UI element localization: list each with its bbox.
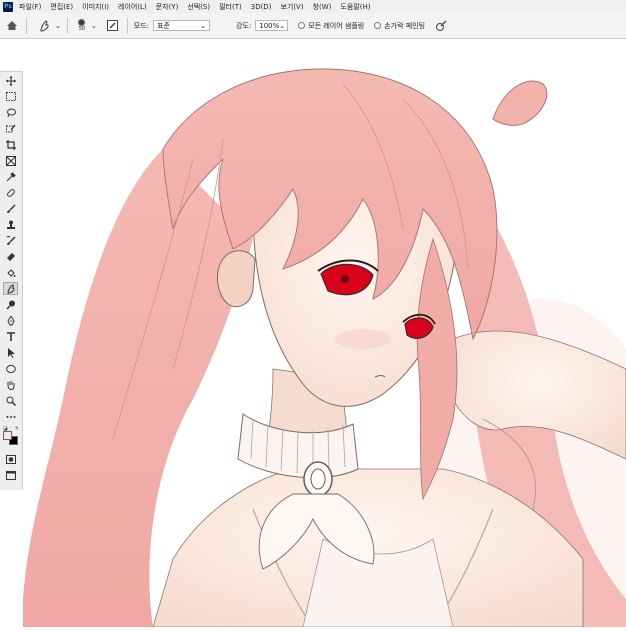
menu-help[interactable]: 도움말(H) bbox=[340, 2, 370, 12]
sample-all-layers-label: 모든 레이어 샘플링 bbox=[308, 21, 365, 30]
sample-all-layers-option[interactable]: 모든 레이어 샘플링 bbox=[298, 21, 364, 31]
separator bbox=[26, 17, 27, 34]
zoom-tool-icon[interactable] bbox=[3, 394, 18, 407]
mode-select[interactable]: 표준 ⌄ bbox=[153, 20, 210, 31]
menu-layer[interactable]: 레이어(L) bbox=[118, 2, 147, 12]
frame-tool-icon[interactable] bbox=[3, 154, 18, 167]
separator bbox=[126, 17, 128, 34]
more-tools-icon[interactable] bbox=[3, 410, 18, 423]
history-brush-icon[interactable] bbox=[3, 234, 18, 247]
brush-tool-icon[interactable] bbox=[3, 202, 18, 215]
chevron-down-icon: ⌄ bbox=[200, 21, 206, 30]
strength-value: 100% bbox=[259, 21, 280, 30]
brush-tip-icon bbox=[78, 19, 86, 26]
menu-bar: Ps 파일(F) 편집(E) 이미지(I) 레이어(L) 문자(Y) 선택(S)… bbox=[0, 0, 626, 13]
smudge-tool-preset-icon[interactable] bbox=[37, 18, 53, 34]
color-swatches[interactable]: ◪ ↰ bbox=[3, 426, 19, 446]
menu-type[interactable]: 문자(Y) bbox=[156, 2, 179, 12]
ellipse-tool-icon[interactable] bbox=[3, 362, 18, 375]
foreground-color-swatch[interactable] bbox=[3, 431, 12, 440]
document-canvas[interactable] bbox=[23, 39, 626, 631]
menu-select[interactable]: 선택(S) bbox=[187, 2, 210, 12]
chevron-down-icon[interactable]: ⌄ bbox=[91, 22, 97, 30]
strength-label: 강도: bbox=[236, 21, 252, 30]
menu-view[interactable]: 보기(V) bbox=[280, 2, 303, 12]
lasso-tool-icon[interactable] bbox=[3, 106, 18, 119]
marquee-tool-icon[interactable] bbox=[3, 90, 18, 103]
hand-tool-icon[interactable] bbox=[3, 378, 18, 391]
home-icon[interactable] bbox=[4, 18, 20, 34]
eraser-icon[interactable] bbox=[3, 250, 18, 263]
finger-painting-checkbox[interactable] bbox=[374, 22, 382, 29]
menu-filter[interactable]: 필터(T) bbox=[219, 2, 242, 12]
move-tool-icon[interactable] bbox=[3, 74, 18, 87]
screen-mode-icon[interactable] bbox=[3, 469, 18, 482]
separator bbox=[66, 17, 68, 34]
paint-bucket-icon[interactable] bbox=[3, 266, 18, 279]
photoshop-logo: Ps bbox=[3, 1, 13, 12]
brush-size-value: 50 bbox=[78, 26, 86, 32]
menu-image[interactable]: 이미지(I) bbox=[82, 2, 109, 12]
mode-value: 표준 bbox=[157, 21, 170, 30]
brush-size-picker[interactable]: 50 bbox=[74, 19, 90, 32]
eyedropper-icon[interactable] bbox=[3, 170, 18, 183]
artwork-illustration bbox=[23, 68, 626, 631]
mode-label: 모드: bbox=[133, 21, 149, 30]
menu-edit[interactable]: 편집(E) bbox=[50, 2, 73, 12]
menu-3d[interactable]: 3D(D) bbox=[251, 3, 272, 11]
clone-stamp-icon[interactable] bbox=[3, 218, 18, 231]
type-tool-icon[interactable] bbox=[3, 330, 18, 343]
healing-brush-icon[interactable] bbox=[3, 186, 18, 199]
chevron-down-icon[interactable]: ⌄ bbox=[55, 22, 61, 30]
menu-window[interactable]: 창(W) bbox=[313, 2, 332, 12]
brush-settings-icon[interactable] bbox=[105, 18, 121, 34]
tools-panel: ◪ ↰ bbox=[0, 71, 23, 490]
menu-file[interactable]: 파일(F) bbox=[19, 2, 41, 12]
finger-painting-option[interactable]: 손가락 페인팅 bbox=[374, 21, 425, 31]
dodge-tool-icon[interactable] bbox=[3, 298, 18, 311]
crop-tool-icon[interactable] bbox=[3, 138, 18, 151]
pressure-icon[interactable] bbox=[433, 18, 449, 34]
path-select-icon[interactable] bbox=[3, 346, 18, 359]
finger-painting-label: 손가락 페인팅 bbox=[384, 21, 426, 30]
quick-mask-icon[interactable] bbox=[3, 453, 18, 466]
swap-colors-icon[interactable]: ↰ bbox=[15, 426, 19, 432]
smudge-tool-icon[interactable] bbox=[3, 282, 18, 295]
pen-tool-icon[interactable] bbox=[3, 314, 18, 327]
quick-select-icon[interactable] bbox=[3, 122, 18, 135]
sample-all-layers-checkbox[interactable] bbox=[298, 22, 306, 29]
options-bar: ⌄ 50 ⌄ 모드: 표준 ⌄ 강도: 100% ⌄ 모든 레이어 샘플링 손가… bbox=[0, 13, 626, 39]
strength-select[interactable]: 100% ⌄ bbox=[255, 20, 289, 31]
chevron-down-icon: ⌄ bbox=[279, 21, 286, 30]
